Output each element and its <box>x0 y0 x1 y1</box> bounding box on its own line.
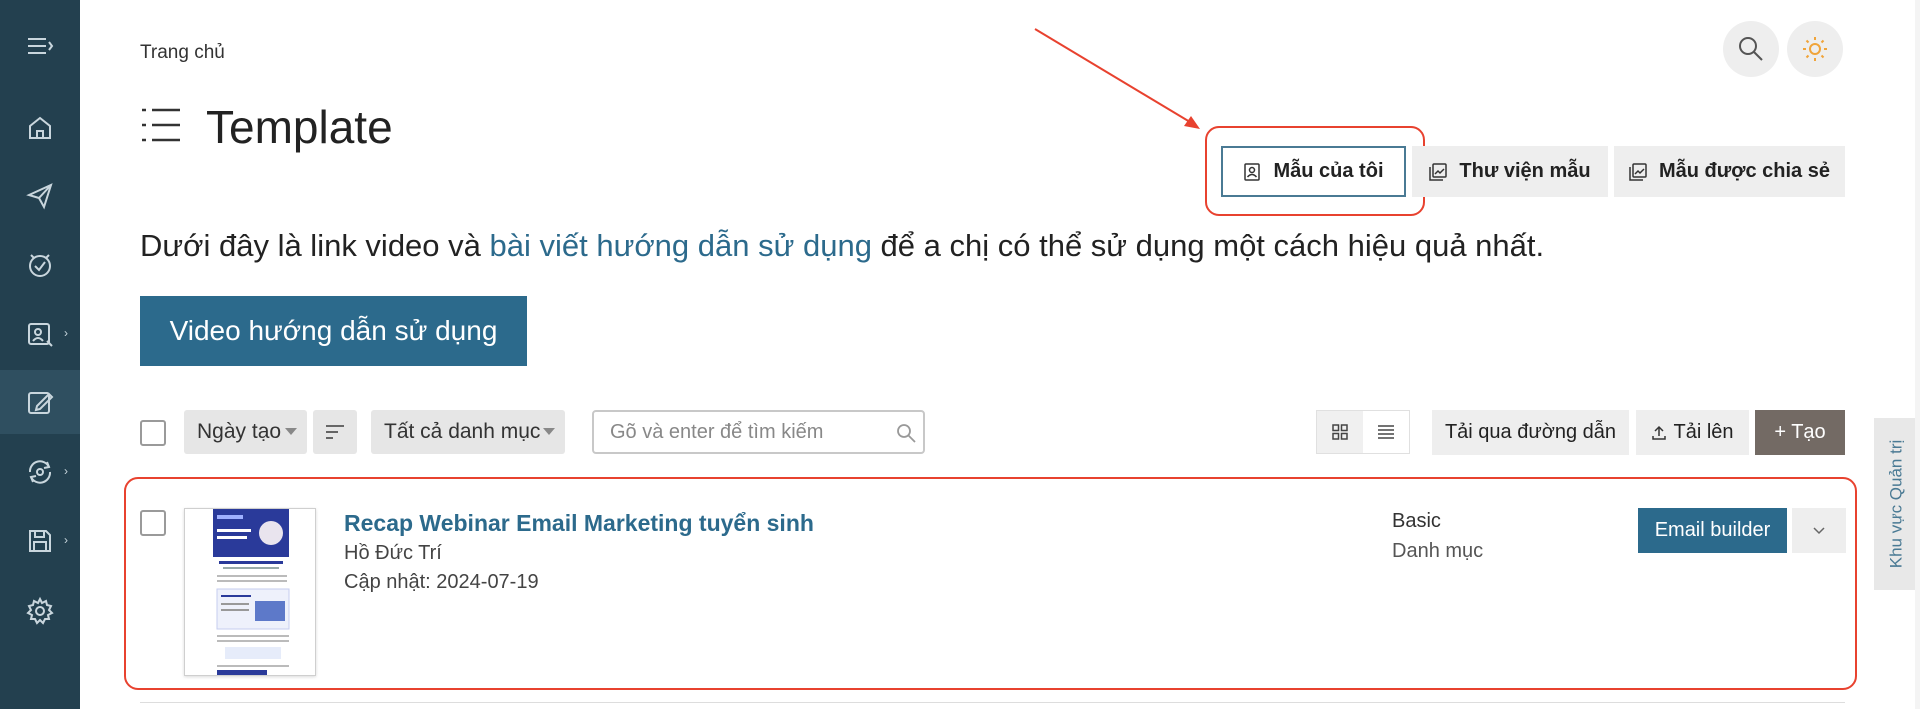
scrollbar[interactable] <box>1915 0 1920 709</box>
tab-my-templates[interactable]: Mẫu của tôi <box>1221 146 1406 197</box>
theme-toggle-button[interactable] <box>1787 21 1843 77</box>
upload-label: Tải lên <box>1673 421 1734 443</box>
template-updated: Cập nhật: 2024-07-19 <box>344 571 539 593</box>
automation-icon[interactable]: › <box>0 440 80 504</box>
intro-text: Dưới đây là link video và bài viết hướng… <box>140 228 1544 264</box>
email-builder-button[interactable]: Email builder <box>1638 508 1787 553</box>
menu-expand-icon[interactable] <box>0 14 80 78</box>
tab-label: Thư viện mẫu <box>1459 160 1591 182</box>
search-icon[interactable] <box>895 422 917 444</box>
select-all-checkbox[interactable] <box>140 420 166 446</box>
category-select-value: Tất cả danh mục <box>384 420 541 443</box>
tab-label: Mẫu của tôi <box>1273 160 1384 182</box>
template-title-link[interactable]: Recap Webinar Email Marketing tuyển sinh <box>344 510 814 537</box>
sort-select[interactable]: Ngày tạo <box>184 410 307 454</box>
guide-article-link[interactable]: bài viết hướng dẫn sử dụng <box>490 228 872 263</box>
list-icon <box>140 106 182 149</box>
chevron-right-icon: › <box>64 326 68 340</box>
annotation-arrow <box>1034 28 1200 129</box>
template-type: Basic <box>1392 510 1441 532</box>
email-preview-image <box>185 509 315 675</box>
tab-label: Mẫu được chia sẻ <box>1659 160 1830 182</box>
template-thumbnail[interactable] <box>184 508 316 676</box>
settings-icon[interactable] <box>0 579 80 643</box>
sort-select-value: Ngày tạo <box>197 420 282 443</box>
admin-area-label: Khu vực Quản trị <box>1886 439 1906 569</box>
search-input[interactable] <box>594 420 874 444</box>
gallery-icon <box>1629 162 1647 181</box>
row-checkbox[interactable] <box>140 510 166 536</box>
intro-text-start: Dưới đây là link video và <box>140 228 490 263</box>
import-url-button[interactable]: Tải qua đường dẫn <box>1432 410 1629 455</box>
admin-area-tab[interactable]: Khu vực Quản trị <box>1874 418 1918 590</box>
tab-shared-templates[interactable]: Mẫu được chia sẻ <box>1614 146 1845 197</box>
list-icon <box>1378 425 1394 439</box>
intro-text-end: để a chị có thể sử dụng một cách hiệu qu… <box>871 228 1545 263</box>
chevron-right-icon: › <box>64 533 68 547</box>
template-category: Danh mục <box>1392 540 1484 562</box>
sort-order-button[interactable] <box>313 410 357 454</box>
template-author: Hồ Đức Trí <box>344 542 442 564</box>
chevron-right-icon: › <box>64 464 68 478</box>
sort-lines-icon <box>326 425 344 439</box>
send-icon[interactable] <box>0 164 80 228</box>
tab-template-library[interactable]: Thư viện mẫu <box>1412 146 1608 197</box>
search-box <box>592 410 925 454</box>
page-header: Template <box>140 100 393 154</box>
user-portrait-icon <box>1244 162 1261 181</box>
grid-view-button[interactable] <box>1317 411 1363 453</box>
grid-icon <box>1332 424 1348 440</box>
video-guide-button[interactable]: Video hướng dẫn sử dụng <box>140 296 527 366</box>
divider <box>140 702 1845 703</box>
save-icon[interactable]: › <box>0 509 80 573</box>
edit-template-icon[interactable] <box>0 370 80 434</box>
create-button[interactable]: + Tạo <box>1755 410 1845 455</box>
upload-button[interactable]: Tải lên <box>1636 410 1749 455</box>
list-view-button[interactable] <box>1363 411 1409 453</box>
row-actions-dropdown[interactable] <box>1792 508 1846 553</box>
caret-down-icon <box>285 428 297 435</box>
page-title: Template <box>206 101 393 153</box>
badge-check-icon[interactable] <box>0 233 80 297</box>
search-icon <box>1739 37 1763 61</box>
upload-icon <box>1652 425 1667 440</box>
view-toggle <box>1316 410 1410 454</box>
sidebar: › › › <box>0 0 80 709</box>
sun-icon <box>1803 37 1827 61</box>
breadcrumb[interactable]: Trang chủ <box>140 42 225 64</box>
report-icon[interactable]: › <box>0 302 80 366</box>
search-button[interactable] <box>1723 21 1779 77</box>
chevron-down-icon <box>1813 526 1825 534</box>
home-icon[interactable] <box>0 96 80 160</box>
gallery-icon <box>1429 162 1448 181</box>
caret-down-icon <box>543 428 555 435</box>
category-select[interactable]: Tất cả danh mục <box>371 410 565 454</box>
